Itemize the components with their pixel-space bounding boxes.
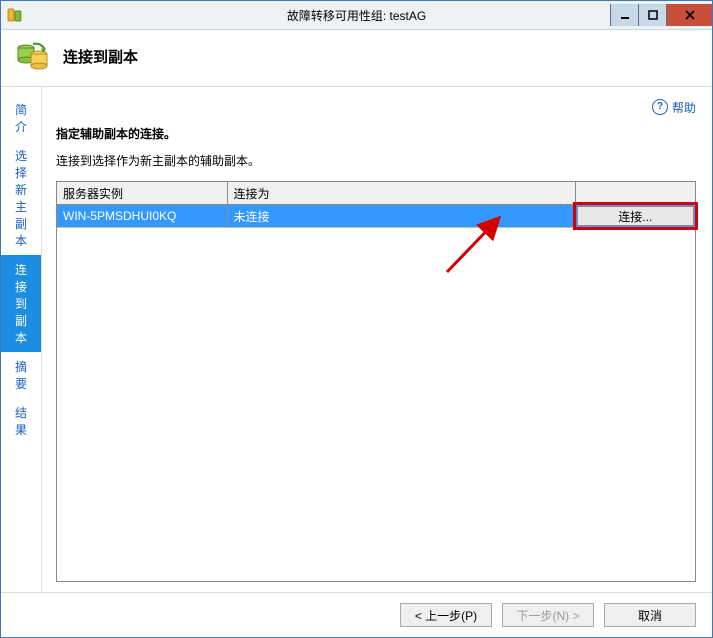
cancel-button[interactable]: 取消 xyxy=(604,603,696,627)
step-summary[interactable]: 摘要 xyxy=(1,352,41,398)
cell-connect-as: 未连接 xyxy=(227,205,575,228)
footer: < 上一步(P) 下一步(N) > 取消 xyxy=(1,592,712,637)
step-intro[interactable]: 简介 xyxy=(1,95,41,141)
maximize-button[interactable] xyxy=(638,4,666,26)
instruction-subtext: 连接到选择作为新主副本的辅助副本。 xyxy=(56,152,696,169)
replica-icon xyxy=(15,38,51,74)
step-select-primary[interactable]: 选择新主副本 xyxy=(1,141,41,255)
cell-server-instance: WIN-5PMSDHUI0KQ xyxy=(57,205,227,228)
content-pane: ? 帮助 指定辅助副本的连接。 连接到选择作为新主副本的辅助副本。 服务器实例 xyxy=(42,87,712,592)
step-sidebar: 简介 选择新主副本 连接到副本 摘要 结果 xyxy=(1,87,42,592)
body: 简介 选择新主副本 连接到副本 摘要 结果 ? 帮助 指定辅助副本的连接。 连接… xyxy=(1,87,712,592)
header: 连接到副本 xyxy=(1,30,712,87)
col-header-action xyxy=(575,182,695,205)
grid-header-row: 服务器实例 连接为 xyxy=(57,182,695,205)
cell-connect-action: 连接... xyxy=(575,205,695,228)
help-row: ? 帮助 xyxy=(56,97,696,117)
col-header-connect-as: 连接为 xyxy=(227,182,575,205)
instruction-text: 指定辅助副本的连接。 xyxy=(56,125,696,142)
window-controls xyxy=(610,4,712,26)
replica-row[interactable]: WIN-5PMSDHUI0KQ 未连接 连接... xyxy=(57,205,695,228)
connect-button[interactable]: 连接... xyxy=(577,206,695,226)
app-icon xyxy=(7,7,23,23)
help-link[interactable]: ? 帮助 xyxy=(652,99,696,116)
prev-button[interactable]: < 上一步(P) xyxy=(400,603,492,627)
help-icon: ? xyxy=(652,99,668,115)
minimize-button[interactable] xyxy=(610,4,638,26)
col-header-server: 服务器实例 xyxy=(57,182,227,205)
page-title: 连接到副本 xyxy=(63,46,138,67)
wizard-window: 故障转移可用性组: testAG 连接到副本 简介 xyxy=(0,0,713,638)
close-button[interactable] xyxy=(666,4,712,26)
step-results[interactable]: 结果 xyxy=(1,398,41,444)
next-button: 下一步(N) > xyxy=(502,603,594,627)
help-label: 帮助 xyxy=(672,99,696,116)
title-bar: 故障转移可用性组: testAG xyxy=(1,1,712,30)
window-title: 故障转移可用性组: testAG xyxy=(1,7,712,24)
replica-grid: 服务器实例 连接为 WIN-5PMSDHUI0KQ 未连接 连接... xyxy=(56,181,696,582)
step-connect-replica[interactable]: 连接到副本 xyxy=(1,255,41,352)
